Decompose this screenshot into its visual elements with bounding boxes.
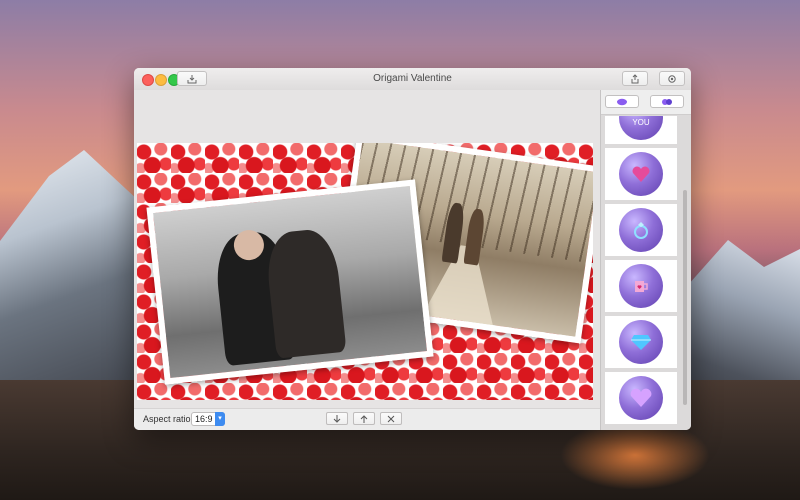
photo-figure-woman [264, 227, 347, 359]
app-window: Origami Valentine Aspect ratio: 16:9 ▾ Y… [134, 68, 691, 430]
sticker-item[interactable] [605, 148, 677, 200]
move-down-icon [333, 414, 341, 423]
sticker-item[interactable] [605, 372, 677, 424]
title-bar: Origami Valentine [134, 68, 691, 91]
canvas-area [134, 90, 600, 410]
delete-icon [387, 415, 395, 422]
love-you-sticker-icon: I LOVE YOU [619, 116, 663, 140]
move-up-icon [360, 414, 368, 423]
move-up-button[interactable] [353, 412, 375, 425]
settings-button[interactable] [659, 71, 685, 86]
bubbles-icon [662, 98, 672, 105]
aspect-ratio-label: Aspect ratio: [143, 414, 194, 424]
sidebar-scrollbar[interactable] [683, 190, 687, 405]
desktop-glow [560, 420, 710, 490]
sticker-item[interactable] [605, 316, 677, 368]
aspect-ratio-select[interactable]: 16:9 ▾ [191, 412, 225, 426]
sticker-item[interactable] [605, 204, 677, 256]
desktop-mountain-left [0, 150, 140, 410]
sticker-list: I LOVE YOU [605, 116, 677, 430]
diamond-sticker-icon [619, 320, 663, 364]
delete-button[interactable] [380, 412, 402, 425]
bottom-toolbar: Aspect ratio: 16:9 ▾ [134, 408, 600, 430]
mug-sticker-icon [619, 264, 663, 308]
sticker-tab-icon [617, 98, 627, 105]
gear-icon [668, 74, 676, 83]
move-down-button[interactable] [326, 412, 348, 425]
collage-canvas[interactable] [137, 143, 593, 400]
gem-heart-sticker-icon [619, 376, 663, 420]
share-button[interactable] [622, 71, 648, 86]
photo-couple-embracing[interactable] [146, 179, 434, 385]
sticker-text: I LOVE YOU [628, 116, 654, 127]
sticker-item[interactable] [605, 260, 677, 312]
sticker-item[interactable]: I LOVE YOU [605, 116, 677, 144]
chevron-down-icon: ▾ [215, 412, 225, 426]
ring-sticker-icon [619, 208, 663, 252]
effects-tab[interactable] [650, 95, 684, 108]
window-title: Origami Valentine [373, 73, 452, 84]
sticker-sidebar: I LOVE YOU [600, 90, 691, 430]
sidebar-tabs [601, 90, 691, 115]
crowned-heart-sticker-icon [619, 152, 663, 196]
photo-path [422, 241, 503, 325]
aspect-ratio-value: 16:9 [195, 414, 213, 424]
stickers-tab[interactable] [605, 95, 639, 108]
share-icon [631, 73, 639, 83]
